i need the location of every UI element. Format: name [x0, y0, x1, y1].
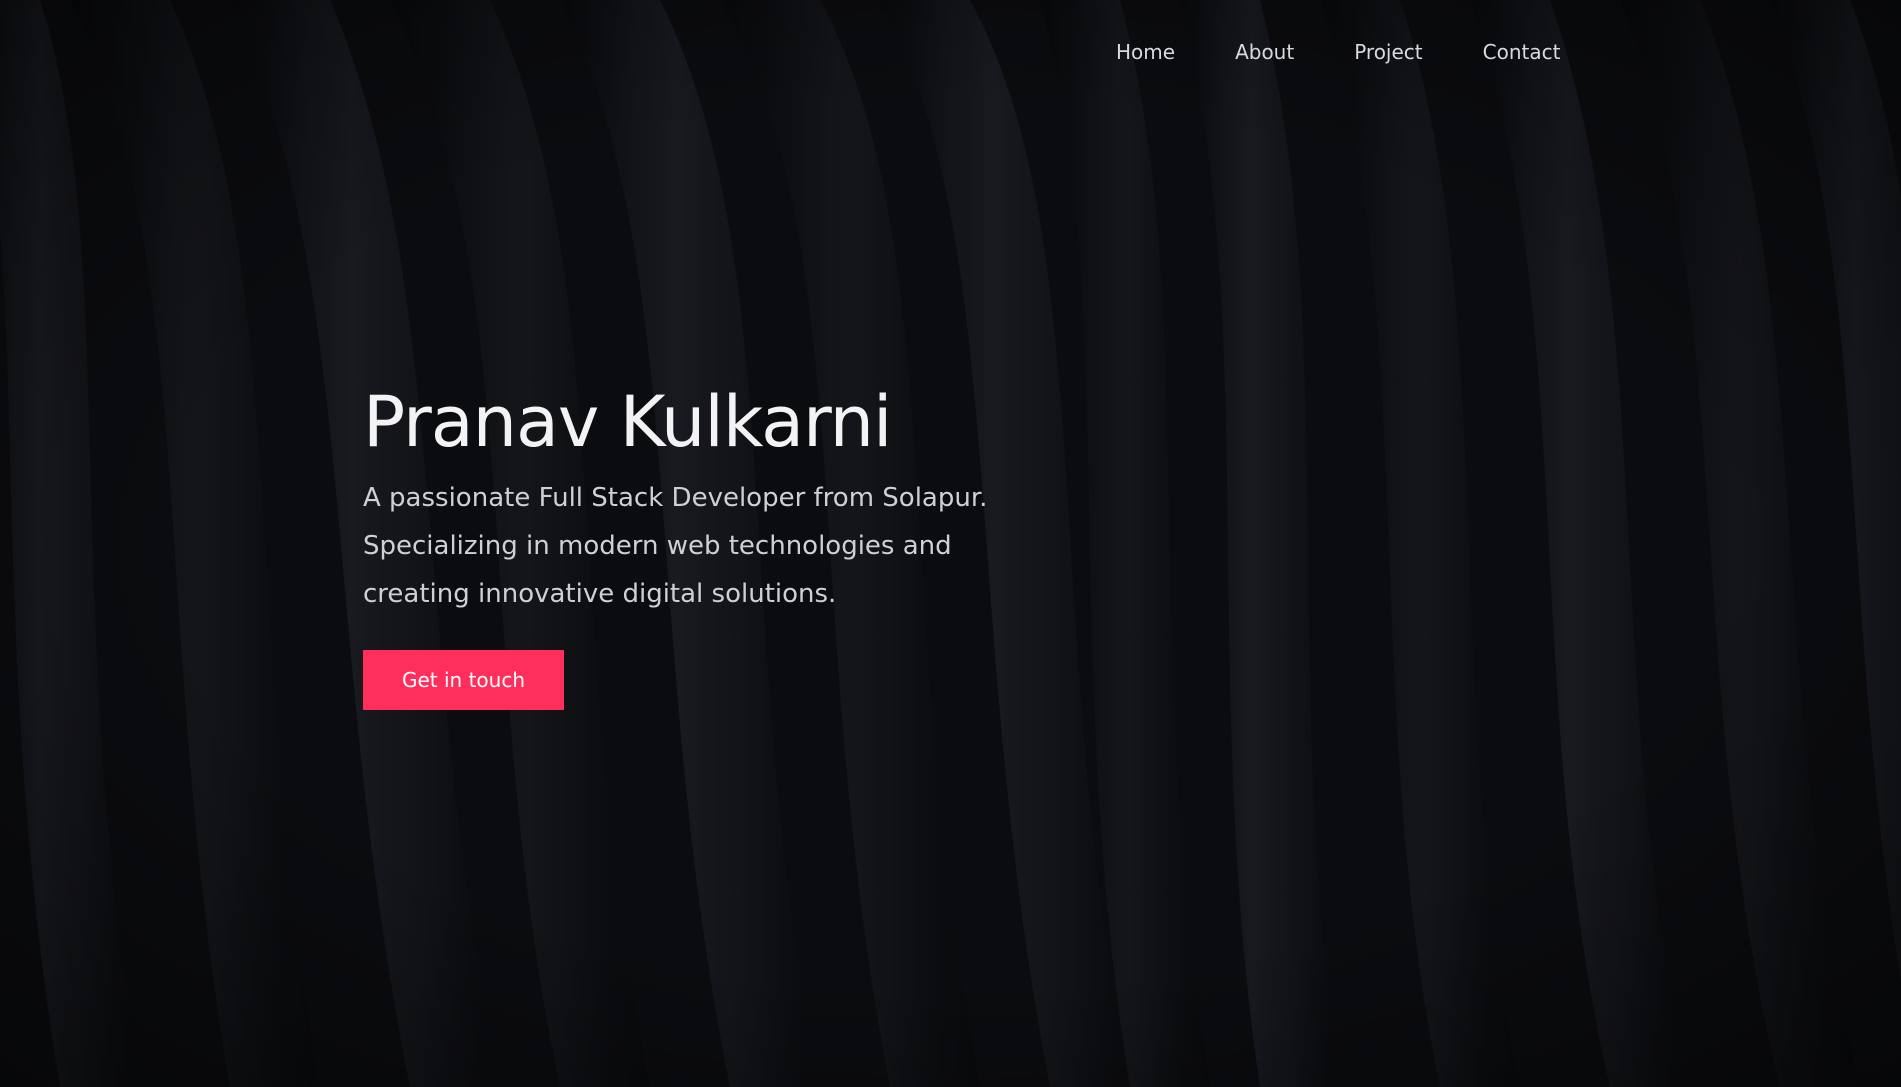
nav-project-link[interactable]: Project — [1354, 40, 1422, 64]
hero-title: Pranav Kulkarni — [363, 381, 892, 463]
page: Home About Project Contact Pranav Kulkar… — [0, 0, 1901, 1087]
hero-section: Pranav Kulkarni A passionate Full Stack … — [363, 378, 1063, 710]
top-nav: Home About Project Contact — [1116, 40, 1560, 64]
nav-home-link[interactable]: Home — [1116, 40, 1175, 64]
get-in-touch-button[interactable]: Get in touch — [363, 650, 564, 710]
nav-about-link[interactable]: About — [1235, 40, 1294, 64]
nav-contact-link[interactable]: Contact — [1483, 40, 1561, 64]
hero-description: A passionate Full Stack Developer from S… — [363, 483, 988, 609]
